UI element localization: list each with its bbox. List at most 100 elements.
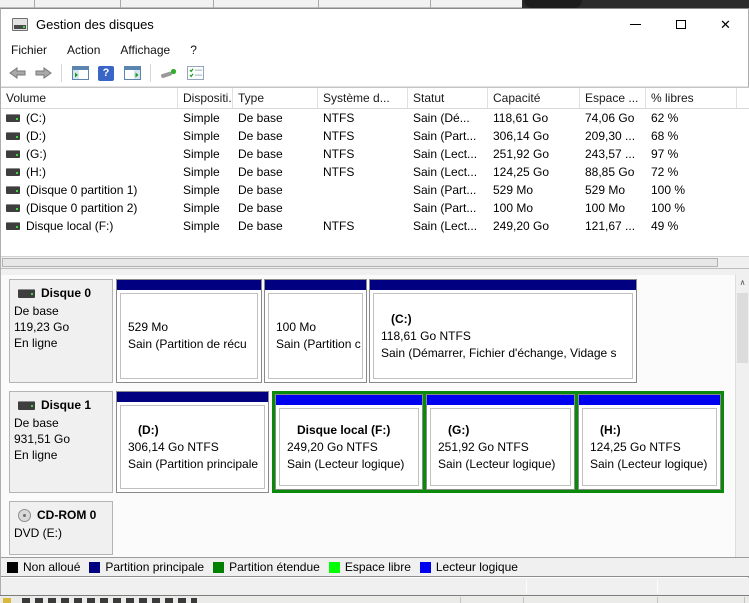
- table-row[interactable]: (D:) Simple De base NTFS Sain (Part... 3…: [1, 127, 749, 145]
- status-bar: [1, 578, 749, 595]
- menu-action[interactable]: Action: [57, 41, 110, 59]
- forward-button[interactable]: [32, 62, 54, 84]
- column-header-espace[interactable]: Espace ...: [580, 88, 646, 108]
- partition-type-bar: [117, 392, 268, 402]
- partition-type-bar: [276, 395, 422, 405]
- checklist-icon: [187, 66, 204, 80]
- background-window-top: [0, 0, 749, 8]
- partition-type-bar: [117, 280, 261, 290]
- graphical-view-pane: Disque 0 De base 119,23 Go En ligne 529 …: [1, 275, 749, 557]
- legend-swatch-unallocated: [7, 562, 18, 573]
- horizontal-scrollbar[interactable]: [1, 256, 749, 268]
- cdrom-label[interactable]: CD-ROM 0 DVD (E:): [9, 501, 113, 555]
- volume-list-pane: Volume Dispositi... Type Système d... St…: [1, 87, 749, 269]
- volume-icon: [6, 222, 20, 230]
- partition-legend: Non alloué Partition principale Partitio…: [1, 557, 749, 577]
- partition-type-bar: [370, 280, 636, 290]
- disk-properties-icon: [160, 66, 178, 80]
- legend-swatch-extended: [213, 562, 224, 573]
- column-header-filesystem[interactable]: Système d...: [318, 88, 408, 108]
- scrollbar-thumb[interactable]: [737, 293, 748, 363]
- options-button[interactable]: [184, 62, 206, 84]
- disk0-label[interactable]: Disque 0 De base 119,23 Go En ligne: [9, 279, 113, 383]
- legend-swatch-logical: [420, 562, 431, 573]
- partition-f[interactable]: Disque local (F:) 249,20 Go NTFS Sain (L…: [275, 394, 423, 490]
- partition-h[interactable]: (H:) 124,25 Go NTFS Sain (Lecteur logiqu…: [578, 394, 721, 490]
- scroll-up-icon[interactable]: ∧: [736, 275, 749, 287]
- volume-icon: [6, 150, 20, 158]
- volume-icon: [6, 168, 20, 176]
- vertical-scrollbar[interactable]: ∧: [735, 275, 749, 557]
- table-row[interactable]: Disque local (F:) Simple De base NTFS Sa…: [1, 217, 749, 235]
- partition-disk0-recovery[interactable]: 529 Mo Sain (Partition de récu: [116, 279, 262, 383]
- legend-item-partition-etendue: Partition étendue: [213, 560, 320, 574]
- back-button[interactable]: [6, 62, 28, 84]
- disk-management-icon: [12, 18, 28, 31]
- legend-swatch-free: [329, 562, 340, 573]
- disk-properties-button[interactable]: [158, 62, 180, 84]
- toolbar: ?: [1, 60, 748, 87]
- toolbar-separator: [150, 64, 151, 82]
- menu-affichage[interactable]: Affichage: [110, 41, 180, 59]
- disk-management-window: Gestion des disques ✕ Fichier Action Aff…: [0, 8, 749, 595]
- volume-icon: [6, 114, 20, 122]
- partition-type-bar: [427, 395, 574, 405]
- scrollbar-thumb[interactable]: [2, 258, 718, 267]
- partition-d[interactable]: (D:) 306,14 Go NTFS Sain (Partition prin…: [116, 391, 269, 493]
- column-header-statut[interactable]: Statut: [408, 88, 488, 108]
- column-header-capacite[interactable]: Capacité: [488, 88, 580, 108]
- minimize-icon: [630, 24, 641, 25]
- screen: Gestion des disques ✕ Fichier Action Aff…: [0, 0, 749, 603]
- background-window-bottom: [0, 595, 749, 603]
- column-header-disposition[interactable]: Dispositi...: [178, 88, 233, 108]
- help-icon: ?: [98, 66, 114, 81]
- legend-item-lecteur-logique: Lecteur logique: [420, 560, 518, 574]
- help-button[interactable]: ?: [95, 62, 117, 84]
- action-pane-icon: [124, 66, 141, 80]
- column-header-libres[interactable]: % libres: [646, 88, 737, 108]
- minimize-button[interactable]: [613, 9, 658, 39]
- show-action-pane-button[interactable]: [121, 62, 143, 84]
- table-row[interactable]: (G:) Simple De base NTFS Sain (Lect... 2…: [1, 145, 749, 163]
- partition-type-bar: [265, 280, 366, 290]
- toolbar-separator: [61, 64, 62, 82]
- partition-c[interactable]: (C:) 118,61 Go NTFS Sain (Démarrer, Fich…: [369, 279, 637, 383]
- console-tree-icon: [72, 66, 89, 80]
- volume-table-header: Volume Dispositi... Type Système d... St…: [1, 88, 749, 109]
- table-row[interactable]: (C:) Simple De base NTFS Sain (Dé... 118…: [1, 109, 749, 127]
- cd-icon: [18, 509, 31, 522]
- table-row[interactable]: (Disque 0 partition 1) Simple De base Sa…: [1, 181, 749, 199]
- volume-icon: [6, 132, 20, 140]
- back-icon: [9, 67, 26, 79]
- column-header-spacer: [737, 88, 749, 108]
- disk-icon: [18, 401, 35, 410]
- legend-swatch-primary: [89, 562, 100, 573]
- menu-fichier[interactable]: Fichier: [1, 41, 57, 59]
- volume-icon: [6, 204, 20, 212]
- menu-bar: Fichier Action Affichage ?: [1, 39, 748, 60]
- maximize-icon: [676, 20, 686, 29]
- volume-icon: [6, 186, 20, 194]
- legend-item-espace-libre: Espace libre: [329, 560, 411, 574]
- maximize-button[interactable]: [658, 9, 703, 39]
- partition-type-bar: [579, 395, 720, 405]
- window-title: Gestion des disques: [36, 17, 154, 32]
- partition-g[interactable]: (G:) 251,92 Go NTFS Sain (Lecteur logiqu…: [426, 394, 575, 490]
- partition-disk0-system[interactable]: 100 Mo Sain (Partition c: [264, 279, 367, 383]
- close-icon: ✕: [720, 18, 731, 31]
- window-controls: ✕: [613, 9, 748, 39]
- legend-item-non-alloue: Non alloué: [7, 560, 80, 574]
- column-header-type[interactable]: Type: [233, 88, 318, 108]
- table-row[interactable]: (H:) Simple De base NTFS Sain (Lect... 1…: [1, 163, 749, 181]
- show-console-tree-button[interactable]: [69, 62, 91, 84]
- title-bar[interactable]: Gestion des disques ✕: [1, 9, 748, 39]
- column-header-volume[interactable]: Volume: [1, 88, 178, 108]
- close-button[interactable]: ✕: [703, 9, 748, 39]
- disk-icon: [18, 289, 35, 298]
- legend-item-partition-principale: Partition principale: [89, 560, 204, 574]
- disk1-label[interactable]: Disque 1 De base 931,51 Go En ligne: [9, 391, 113, 493]
- extended-partition-group: Disque local (F:) 249,20 Go NTFS Sain (L…: [272, 391, 724, 493]
- forward-icon: [35, 67, 52, 79]
- table-row[interactable]: (Disque 0 partition 2) Simple De base Sa…: [1, 199, 749, 217]
- menu-help[interactable]: ?: [180, 41, 207, 59]
